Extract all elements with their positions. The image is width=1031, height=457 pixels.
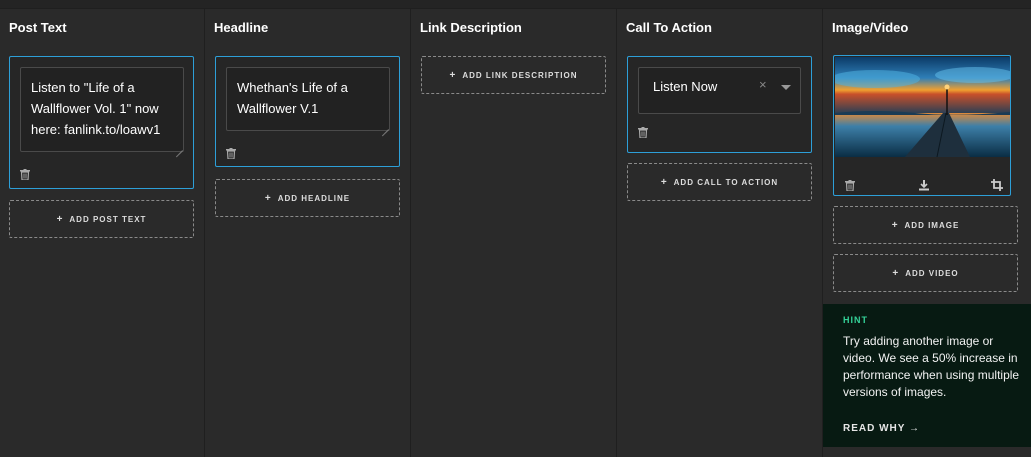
plus-icon: + — [56, 213, 64, 225]
column-link-description: Link Description + ADD LINK DESCRIPTION — [411, 9, 617, 457]
clear-icon[interactable]: × — [759, 77, 767, 92]
trash-icon[interactable] — [226, 148, 236, 159]
media-card[interactable] — [833, 55, 1011, 196]
column-title: Post Text — [9, 20, 67, 35]
plus-icon: + — [449, 69, 457, 81]
chevron-down-icon[interactable] — [781, 85, 791, 90]
plus-icon: + — [264, 192, 272, 204]
column-headline: Headline Whethan's Life of a Wallflower … — [205, 9, 411, 457]
resize-handle-icon[interactable] — [176, 144, 183, 151]
plus-icon: + — [891, 219, 899, 231]
call-to-action-value: Listen Now — [653, 79, 718, 94]
add-call-to-action-button[interactable]: + ADD CALL TO ACTION — [627, 163, 812, 201]
add-post-text-label: ADD POST TEXT — [69, 214, 147, 224]
trash-icon[interactable] — [20, 169, 30, 180]
add-link-description-button[interactable]: + ADD LINK DESCRIPTION — [421, 56, 606, 94]
hint-title: HINT — [843, 315, 868, 325]
call-to-action-card[interactable]: Listen Now × — [627, 56, 812, 153]
hint-panel: HINT Try adding another image or video. … — [823, 304, 1031, 447]
add-headline-button[interactable]: + ADD HEADLINE — [215, 179, 400, 217]
post-text-card[interactable]: Listen to "Life of a Wallflower Vol. 1" … — [9, 56, 194, 189]
hint-body: Try adding another image or video. We se… — [843, 334, 1020, 399]
post-text-input[interactable]: Listen to "Life of a Wallflower Vol. 1" … — [20, 67, 184, 152]
crop-icon[interactable] — [991, 178, 1003, 191]
add-post-text-button[interactable]: + ADD POST TEXT — [9, 200, 194, 238]
read-why-link[interactable]: READ WHY → — [843, 423, 920, 434]
trash-icon[interactable] — [845, 180, 855, 191]
add-link-description-label: ADD LINK DESCRIPTION — [462, 70, 578, 80]
column-call-to-action: Call To Action Listen Now × + ADD CALL TO… — [617, 9, 823, 457]
resize-handle-icon[interactable] — [382, 123, 389, 130]
column-title: Call To Action — [626, 20, 712, 35]
column-title: Headline — [214, 20, 269, 35]
add-image-label: ADD IMAGE — [904, 220, 960, 230]
call-to-action-select[interactable]: Listen Now × — [638, 67, 801, 114]
headline-card[interactable]: Whethan's Life of a Wallflower V.1 — [215, 56, 400, 167]
headline-input[interactable]: Whethan's Life of a Wallflower V.1 — [226, 67, 390, 131]
download-icon[interactable] — [918, 178, 930, 191]
plus-icon: + — [660, 176, 668, 188]
top-bar — [0, 0, 1031, 9]
column-title: Link Description — [420, 20, 522, 35]
add-headline-label: ADD HEADLINE — [277, 193, 351, 203]
add-image-button[interactable]: + ADD IMAGE — [833, 206, 1018, 244]
add-video-button[interactable]: + ADD VIDEO — [833, 254, 1018, 292]
column-post-text: Post Text Listen to "Life of a Wallflowe… — [0, 9, 205, 457]
add-video-label: ADD VIDEO — [905, 268, 959, 278]
plus-icon: + — [892, 267, 900, 279]
add-call-to-action-label: ADD CALL TO ACTION — [673, 177, 779, 187]
column-title: Image/Video — [832, 20, 909, 35]
media-thumbnail[interactable] — [835, 57, 1010, 157]
trash-icon[interactable] — [638, 127, 648, 138]
